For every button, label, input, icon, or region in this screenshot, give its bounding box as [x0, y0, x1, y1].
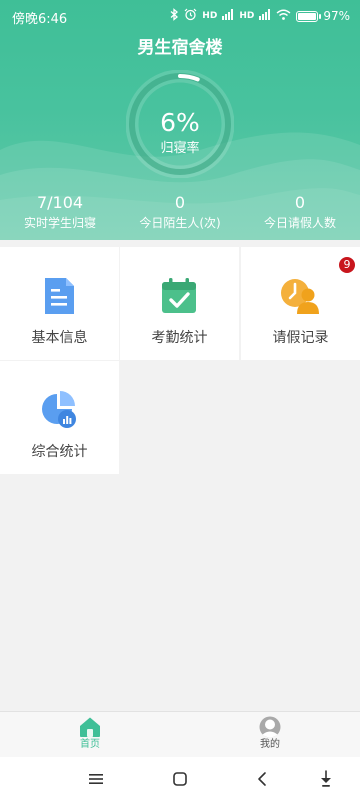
- system-nav-bar: [0, 757, 360, 800]
- status-time: 傍晚6:46: [12, 12, 68, 27]
- tile-label: 基本信息: [31, 330, 88, 346]
- signal-bars-icon-1: [222, 8, 234, 24]
- tab-profile[interactable]: 我的: [180, 716, 360, 756]
- return-rate-label: 归寝率: [160, 141, 200, 156]
- stat-value: 7/104: [36, 193, 84, 212]
- tile-label: 考勤统计: [151, 330, 208, 346]
- header-banner: 傍晚6:46 HD HD 97% 男生宿舍楼 6% 归寝率 7/104 实时学生…: [0, 0, 360, 240]
- tab-profile-label: 我的: [260, 739, 280, 750]
- stat-leave-today: 0 今日请假人数: [240, 192, 360, 232]
- home-button-icon[interactable]: [170, 769, 190, 789]
- stat-value: 0: [174, 193, 186, 212]
- stat-label: 今日请假人数: [263, 216, 336, 230]
- pie-chart-icon: [42, 391, 76, 428]
- battery-percent: 97%: [323, 9, 350, 23]
- tab-home[interactable]: 首页: [0, 716, 180, 756]
- tile-label: 请假记录: [272, 330, 329, 346]
- status-icons: HD HD 97%: [170, 8, 350, 24]
- tile-leave-records[interactable]: 9 请假记录: [241, 247, 360, 360]
- tile-attendance-stats[interactable]: 考勤统计: [120, 247, 239, 360]
- stat-label: 今日陌生人(次): [139, 216, 221, 230]
- calendar-check-icon: [162, 278, 196, 313]
- document-icon: [45, 278, 74, 314]
- tile-label: 综合统计: [31, 444, 88, 460]
- back-icon[interactable]: [253, 769, 273, 789]
- tile-basic-info[interactable]: 基本信息: [0, 247, 119, 360]
- status-bar: 傍晚6:46 HD HD 97%: [0, 0, 360, 32]
- return-rate-value: 6%: [160, 108, 200, 137]
- battery-fill: [298, 12, 316, 20]
- home-icon: [80, 717, 100, 737]
- wifi-icon: [276, 9, 291, 24]
- stat-label: 实时学生归寝: [23, 216, 96, 230]
- menu-icon[interactable]: [86, 769, 106, 789]
- assistant-icon[interactable]: [316, 769, 336, 789]
- stat-strangers-today: 0 今日陌生人(次): [120, 192, 240, 232]
- bluetooth-icon: [170, 8, 179, 24]
- alarm-icon: [184, 8, 197, 24]
- stats-row: 7/104 实时学生归寝 0 今日陌生人(次) 0 今日请假人数: [0, 192, 360, 234]
- stat-value: 0: [294, 193, 306, 212]
- stat-students-returned: 7/104 实时学生归寝: [0, 192, 120, 232]
- signal-hd-2: HD: [239, 11, 255, 21]
- tile-overall-stats[interactable]: 综合统计: [0, 361, 119, 474]
- signal-bars-icon-2: [259, 8, 271, 24]
- clock-user-icon: [281, 279, 319, 314]
- return-rate-gauge: 6% 归寝率: [126, 70, 234, 178]
- page-title: 男生宿舍楼: [137, 38, 223, 58]
- bottom-tab-bar: 首页 我的: [0, 711, 360, 757]
- user-avatar-icon: [259, 716, 281, 738]
- leave-badge: 9: [339, 257, 355, 273]
- signal-hd-1: HD: [202, 11, 218, 21]
- battery-icon: [296, 10, 322, 22]
- tab-home-label: 首页: [80, 739, 100, 750]
